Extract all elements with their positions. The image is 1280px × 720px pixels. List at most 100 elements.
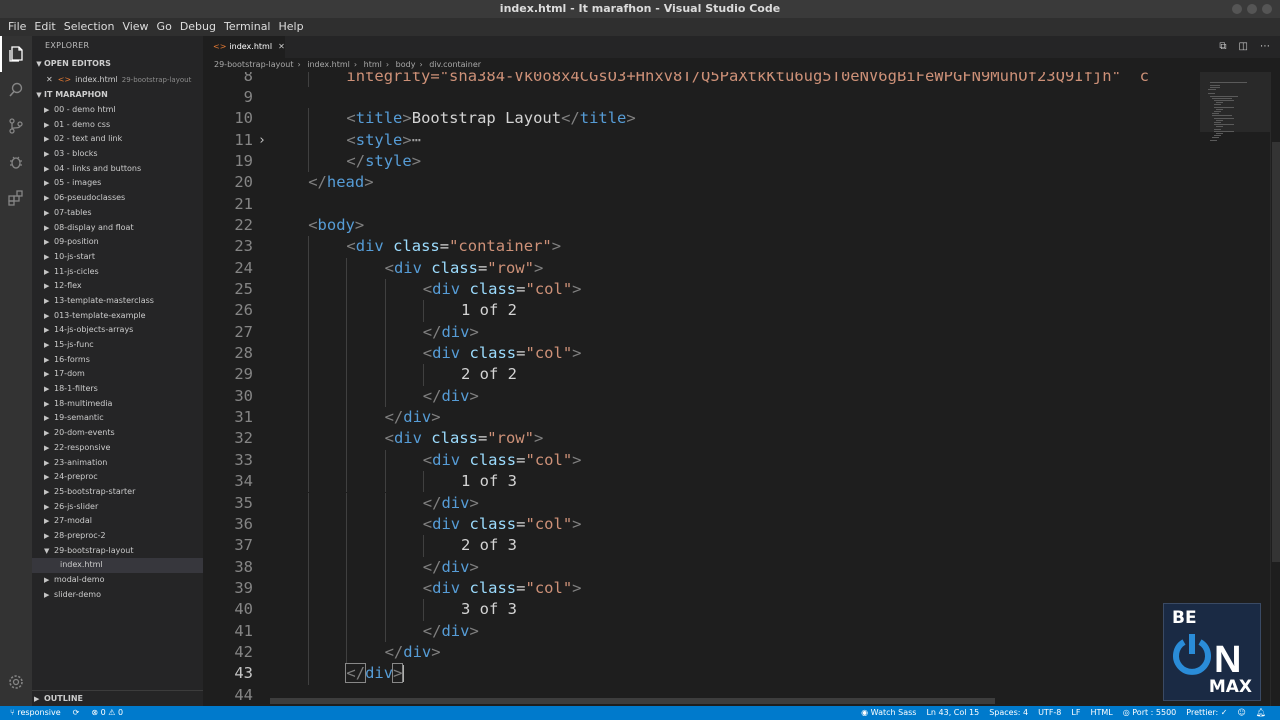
manage-activity[interactable] (0, 664, 32, 700)
folder-item[interactable]: ▶ 12-flex (32, 279, 203, 294)
encoding-status[interactable]: UTF-8 (1038, 706, 1061, 720)
folder-item[interactable]: ▶ 16-forms (32, 353, 203, 368)
folder-item[interactable]: ▶ 08-display and float (32, 221, 203, 236)
branch-status[interactable]: ⑂ responsive (10, 706, 61, 720)
fold-chevron-icon[interactable]: › (258, 130, 266, 151)
prettier-status[interactable]: Prettier: ✓ (1186, 706, 1227, 720)
menu-edit[interactable]: Edit (30, 18, 59, 36)
folder-item[interactable]: ▶ 27-modal (32, 514, 203, 529)
project-header[interactable]: ▼ IT MARAPHON (32, 87, 203, 103)
folder-item[interactable]: ▶ 06-pseudoclasses (32, 191, 203, 206)
folder-item[interactable]: ▶ 18-1-filters (32, 382, 203, 397)
folder-item[interactable]: ▶ slider-demo (32, 588, 203, 603)
code-text: </div> (385, 642, 441, 663)
menu-view[interactable]: View (118, 18, 152, 36)
breadcrumb-body[interactable]: body (396, 60, 416, 69)
power-logo-icon: N (1173, 634, 1241, 680)
folder-item[interactable]: ▶ 17-dom (32, 367, 203, 382)
folder-item[interactable]: ▼ 29-bootstrap-layout (32, 544, 203, 559)
menu-go[interactable]: Go (153, 18, 176, 36)
breadcrumb-file[interactable]: index.html (307, 60, 350, 69)
folder-item[interactable]: ▶ 01 - demo css (32, 118, 203, 133)
file-item-selected[interactable]: index.html (32, 558, 203, 573)
chevron-right-icon: ▶ (44, 238, 50, 247)
folder-item[interactable]: ▶ 15-js-func (32, 338, 203, 353)
folder-item[interactable]: ▶ 22-responsive (32, 441, 203, 456)
minimize-button[interactable] (1232, 4, 1242, 14)
folder-item[interactable]: ▶ 23-animation (32, 456, 203, 471)
folder-item[interactable]: ▶ 24-preproc (32, 470, 203, 485)
folder-item[interactable]: ▶ 18-multimedia (32, 397, 203, 412)
folder-item[interactable]: ▶ 07-tables (32, 206, 203, 221)
eol-status[interactable]: LF (1071, 706, 1080, 720)
folder-item[interactable]: ▶ 05 - images (32, 176, 203, 191)
folder-item[interactable]: ▶ 14-js-objects-arrays (32, 323, 203, 338)
split-editor-icon[interactable]: ◫ (1239, 41, 1248, 52)
indentation-status[interactable]: Spaces: 4 (989, 706, 1028, 720)
folder-item[interactable]: ▶ modal-demo (32, 573, 203, 588)
folder-item[interactable]: ▶ 19-semantic (32, 411, 203, 426)
cursor-position[interactable]: Ln 43, Col 15 (926, 706, 979, 720)
vertical-scrollbar[interactable] (1270, 72, 1280, 706)
tree-item-label: 08-display and float (54, 222, 134, 232)
code-editor[interactable]: 8 integrity="sha384-Vk0o8x4CGsO3+Hhxv8T/Q… (203, 72, 1200, 706)
open-editor-item[interactable]: ✕ <> index.html 29-bootstrap-layout (32, 72, 203, 87)
folder-item[interactable]: ▶ 11-js-cicles (32, 265, 203, 280)
sync-icon[interactable]: ⟳ (73, 706, 80, 720)
folder-item[interactable]: ▶ 03 - blocks (32, 147, 203, 162)
explorer-activity[interactable] (0, 36, 32, 72)
folder-item[interactable]: ▶ 26-js-slider (32, 500, 203, 515)
breadcrumb-html[interactable]: html (364, 60, 382, 69)
folder-item[interactable]: ▶ 00 - demo html (32, 103, 203, 118)
bell-icon[interactable]: 🔔︎ (1256, 706, 1266, 720)
close-window-button[interactable] (1262, 4, 1272, 14)
breadcrumb-container[interactable]: div.container (429, 60, 481, 69)
menu-terminal[interactable]: Terminal (220, 18, 275, 36)
breadcrumb-folder[interactable]: 29-bootstrap-layout (214, 60, 294, 69)
editor-tabs: <> index.html ✕ ⧉ ◫ ⋯ (203, 36, 1280, 58)
folder-item[interactable]: ▶ 13-template-masterclass (32, 294, 203, 309)
watch-sass-status[interactable]: ◉ Watch Sass (861, 706, 916, 720)
search-activity[interactable] (0, 72, 32, 108)
menu-debug[interactable]: Debug (176, 18, 220, 36)
open-changes-icon[interactable]: ⧉ (1219, 41, 1226, 52)
close-icon[interactable]: ✕ (46, 75, 53, 84)
folder-item[interactable]: ▶ 02 - text and link (32, 132, 203, 147)
menu-file[interactable]: File (4, 18, 30, 36)
line-number: 29 (234, 365, 253, 384)
chevron-right-icon: ▶ (44, 399, 50, 408)
outline-header[interactable]: ▶ OUTLINE (32, 690, 203, 706)
maximize-button[interactable] (1247, 4, 1257, 14)
folder-item[interactable]: ▶ 28-preproc-2 (32, 529, 203, 544)
line-number: 9 (243, 87, 253, 106)
open-editor-name: index.html (75, 75, 118, 84)
close-icon[interactable]: ✕ (278, 42, 285, 51)
code-token: </ (384, 642, 404, 661)
live-server-status[interactable]: ◎ Port : 5500 (1123, 706, 1177, 720)
code-token: class (469, 514, 517, 533)
folder-item[interactable]: ▶ 10-js-start (32, 250, 203, 265)
horizontal-scrollbar[interactable] (270, 698, 995, 704)
source-control-activity[interactable] (0, 108, 32, 144)
language-status[interactable]: HTML (1090, 706, 1112, 720)
minimap-slider[interactable] (1200, 72, 1270, 132)
extensions-activity[interactable] (0, 180, 32, 216)
chevron-right-icon: ▶ (44, 414, 50, 423)
title-bar: index.html - It marafhon - Visual Studio… (0, 0, 1280, 18)
folder-item[interactable]: ▶ 25-bootstrap-starter (32, 485, 203, 500)
menu-help[interactable]: Help (275, 18, 308, 36)
feedback-icon[interactable]: ☺ (1238, 706, 1246, 720)
folder-item[interactable]: ▶ 04 - links and buttons (32, 162, 203, 177)
menu-selection[interactable]: Selection (60, 18, 119, 36)
debug-activity[interactable] (0, 144, 32, 180)
scrollbar-thumb[interactable] (1272, 142, 1280, 562)
folder-item[interactable]: ▶ 20-dom-events (32, 426, 203, 441)
code-token: > (411, 151, 422, 170)
tab-index-html[interactable]: <> index.html ✕ (203, 36, 285, 58)
problems-status[interactable]: ⊗ 0 ⚠ 0 (91, 706, 123, 720)
folder-item[interactable]: ▶ 09-position (32, 235, 203, 250)
folder-item[interactable]: ▶ 013-template-example (32, 309, 203, 324)
line-number: 19 (234, 151, 253, 170)
open-editors-header[interactable]: ▼ OPEN EDITORS (32, 56, 203, 72)
more-actions-icon[interactable]: ⋯ (1260, 41, 1270, 52)
